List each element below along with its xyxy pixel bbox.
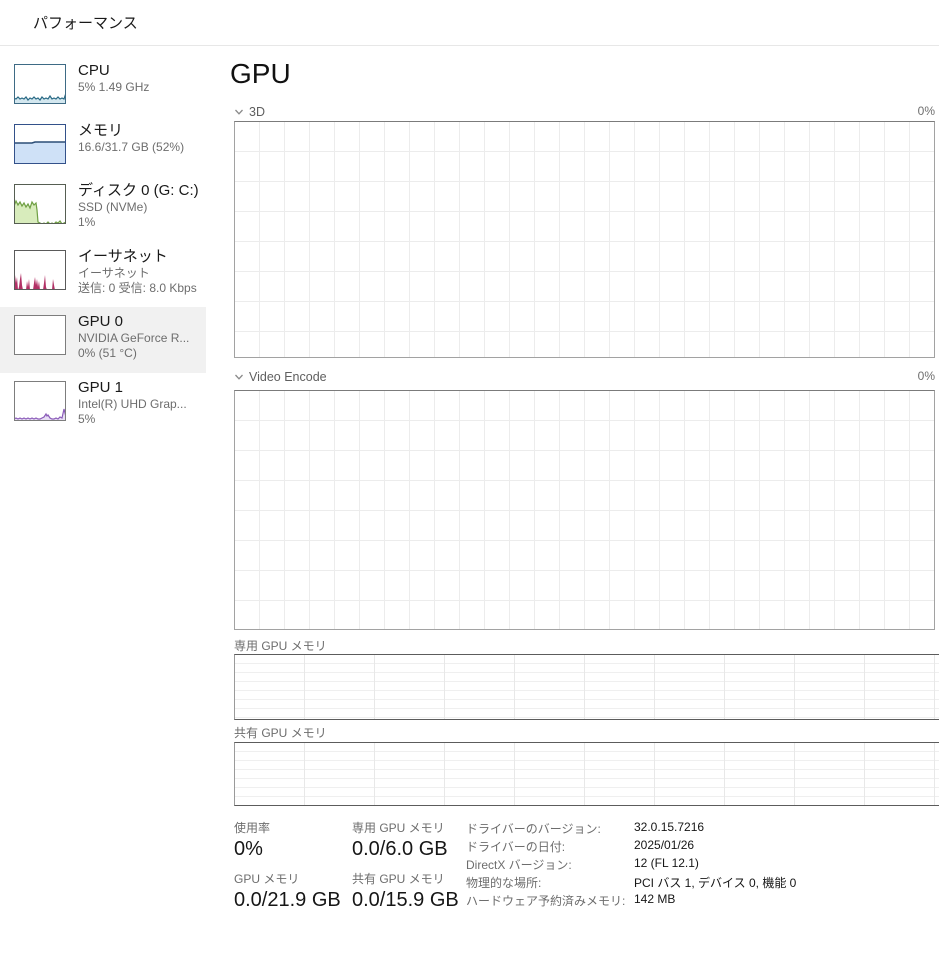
chevron-down-icon	[234, 107, 244, 117]
cpu-mini-chart	[14, 64, 66, 104]
detail-value: 12 (FL 12.1)	[634, 856, 699, 873]
sidebar-item-ethernet[interactable]: イーサネット イーサネット 送信: 0 受信: 8.0 Kbps	[0, 242, 206, 307]
section-3d-label: 3D	[249, 105, 265, 119]
detail-value: PCI バス 1, デバイス 0, 機能 0	[634, 874, 796, 891]
memory-mini-chart	[14, 124, 66, 164]
detail-label: DirectX バージョン:	[466, 856, 634, 873]
sidebar-ethernet-name: イーサネット	[78, 266, 197, 281]
sidebar-memory-stats: 16.6/31.7 GB (52%)	[78, 140, 184, 155]
sidebar-gpu0-title: GPU 0	[78, 312, 189, 331]
gpu-page-title: GPU	[230, 58, 291, 90]
sidebar-cpu-title: CPU	[78, 61, 149, 80]
chevron-down-icon	[234, 372, 244, 382]
shared-memory-label: 共有 GPU メモリ	[352, 870, 445, 887]
detail-label: ハードウェア予約済みメモリ:	[466, 892, 634, 909]
gpu-memory-value: 0.0/21.9 GB	[234, 889, 341, 912]
dedicated-gpu-memory-label: 専用 GPU メモリ	[234, 637, 327, 654]
disk-mini-chart	[14, 184, 66, 224]
dedicated-memory-value: 0.0/6.0 GB	[352, 838, 448, 861]
usage-label: 使用率	[234, 819, 270, 836]
sidebar-gpu0-name: NVIDIA GeForce R...	[78, 331, 189, 346]
section-video-encode-max-label: 0%	[895, 369, 935, 383]
sidebar-item-gpu0[interactable]: GPU 0 NVIDIA GeForce R... 0% (51 °C)	[0, 307, 206, 373]
chart-video-encode	[234, 390, 935, 630]
usage-value: 0%	[234, 838, 263, 861]
detail-label: 物理的な場所:	[466, 874, 634, 891]
sidebar-item-gpu1[interactable]: GPU 1 Intel(R) UHD Grap... 5%	[0, 373, 206, 439]
detail-label: ドライバーのバージョン:	[466, 820, 634, 837]
sidebar-disk-type: SSD (NVMe)	[78, 200, 199, 215]
detail-hardware-reserved-memory: ハードウェア予約済みメモリ: 142 MB	[466, 892, 936, 909]
sidebar-item-disk0[interactable]: ディスク 0 (G: C:) SSD (NVMe) 1%	[0, 176, 206, 242]
sidebar-gpu0-stats: 0% (51 °C)	[78, 346, 189, 361]
performance-header: パフォーマンス	[0, 0, 939, 46]
ethernet-mini-chart	[14, 250, 66, 290]
shared-gpu-memory-label: 共有 GPU メモリ	[234, 724, 327, 741]
sidebar-ethernet-stats: 送信: 0 受信: 8.0 Kbps	[78, 281, 197, 296]
chart-dedicated-gpu-memory	[234, 654, 939, 720]
sidebar-disk-title: ディスク 0 (G: C:)	[78, 181, 199, 200]
chart-3d	[234, 121, 935, 358]
sidebar-gpu1-name: Intel(R) UHD Grap...	[78, 397, 187, 412]
detail-value: 32.0.15.7216	[634, 820, 704, 837]
chart-shared-gpu-memory	[234, 742, 939, 806]
sidebar-item-memory[interactable]: メモリ 16.6/31.7 GB (52%)	[0, 116, 206, 176]
detail-driver-date: ドライバーの日付: 2025/01/26	[466, 838, 936, 855]
detail-value: 2025/01/26	[634, 838, 694, 855]
gpu1-mini-chart	[14, 381, 66, 421]
sidebar-item-cpu[interactable]: CPU 5% 1.49 GHz	[0, 56, 206, 116]
section-3d-header[interactable]: 3D	[234, 104, 265, 120]
detail-label: ドライバーの日付:	[466, 838, 634, 855]
detail-driver-version: ドライバーのバージョン: 32.0.15.7216	[466, 820, 936, 837]
detail-physical-location: 物理的な場所: PCI バス 1, デバイス 0, 機能 0	[466, 874, 936, 891]
dedicated-memory-label: 専用 GPU メモリ	[352, 819, 445, 836]
sidebar-gpu1-stats: 5%	[78, 412, 187, 427]
gpu-memory-label: GPU メモリ	[234, 870, 299, 887]
sidebar-gpu1-title: GPU 1	[78, 378, 187, 397]
section-3d-max-label: 0%	[895, 104, 935, 118]
sidebar-ethernet-title: イーサネット	[78, 247, 197, 266]
sidebar-memory-title: メモリ	[78, 121, 184, 140]
shared-memory-value: 0.0/15.9 GB	[352, 889, 459, 912]
section-video-encode-header[interactable]: Video Encode	[234, 369, 327, 385]
sidebar-cpu-stats: 5% 1.49 GHz	[78, 80, 149, 95]
section-video-encode-label: Video Encode	[249, 370, 327, 384]
gpu0-mini-chart	[14, 315, 66, 355]
detail-directx-version: DirectX バージョン: 12 (FL 12.1)	[466, 856, 936, 873]
sidebar-disk-usage: 1%	[78, 215, 199, 230]
page-title: パフォーマンス	[33, 12, 138, 33]
detail-value: 142 MB	[634, 892, 675, 909]
